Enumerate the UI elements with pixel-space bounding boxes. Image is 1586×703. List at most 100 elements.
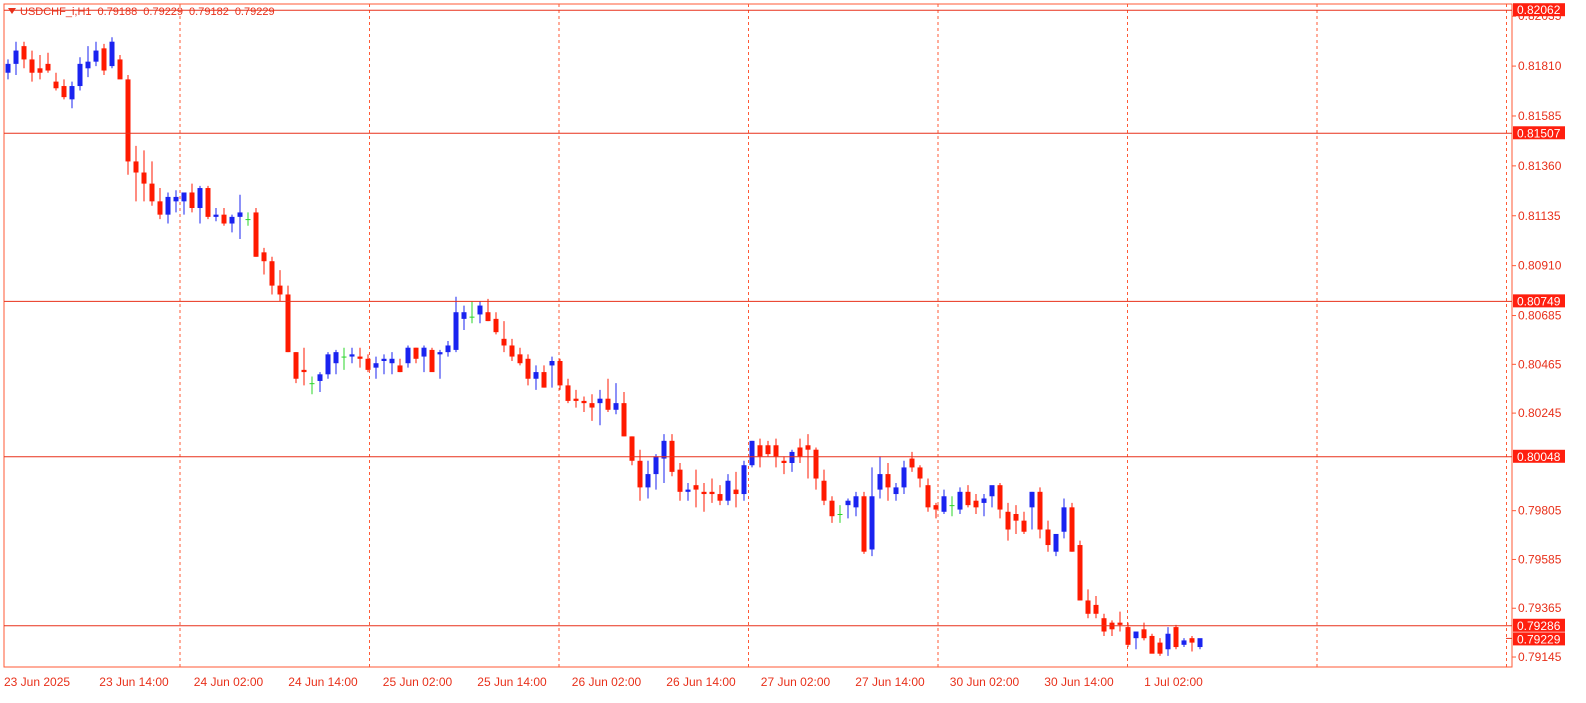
y-tick-label: 0.80465 xyxy=(1518,357,1562,371)
candle xyxy=(733,471,739,508)
candle-body xyxy=(813,449,819,479)
candle xyxy=(397,358,403,373)
candle-body xyxy=(365,358,371,370)
candle-body xyxy=(773,445,779,457)
y-tick-label: 0.79145 xyxy=(1518,650,1562,664)
candle-body xyxy=(597,398,603,404)
candle xyxy=(333,349,339,375)
candle xyxy=(709,478,715,503)
candle xyxy=(45,52,51,73)
candle-body xyxy=(533,372,539,379)
candle-body xyxy=(261,252,267,262)
candle xyxy=(741,460,747,501)
candle-body xyxy=(717,494,723,501)
x-tick-label: 24 Jun 14:00 xyxy=(288,675,358,689)
candle xyxy=(677,463,683,501)
x-tick-label: 26 Jun 02:00 xyxy=(572,675,642,689)
candle xyxy=(205,185,211,220)
candle xyxy=(325,352,331,379)
candle xyxy=(125,74,131,175)
candle xyxy=(773,438,779,468)
candle-body xyxy=(349,354,355,357)
candle-body xyxy=(413,347,419,359)
candle xyxy=(565,378,571,404)
candle-body xyxy=(1181,640,1187,645)
chart-window[interactable]: USDCHF_i,H1 0.79188 0.79229 0.79182 0.79229 … xyxy=(0,0,1586,703)
candle xyxy=(757,438,763,468)
candle-body xyxy=(941,496,947,512)
candle-body xyxy=(821,480,827,501)
candle xyxy=(69,81,75,109)
candle xyxy=(1109,620,1115,636)
candle-body xyxy=(525,358,531,379)
candle xyxy=(365,354,371,373)
candle xyxy=(245,212,251,226)
candle-body xyxy=(461,312,467,319)
candle xyxy=(837,505,843,523)
candle xyxy=(645,460,651,499)
candle xyxy=(1117,611,1123,632)
y-tick-label: 0.81135 xyxy=(1518,209,1561,223)
candle xyxy=(869,467,875,557)
candle xyxy=(629,436,635,466)
plot-frame xyxy=(3,3,1513,668)
candle xyxy=(53,72,59,91)
candle xyxy=(541,365,547,388)
candle xyxy=(1093,596,1099,619)
candle xyxy=(557,358,563,390)
candle xyxy=(237,194,243,240)
candle-body xyxy=(133,161,139,173)
candle xyxy=(973,494,979,514)
y-tick-label: 0.79365 xyxy=(1518,601,1562,615)
candle-body xyxy=(1093,604,1099,614)
candle-body xyxy=(1061,507,1067,532)
candle-body xyxy=(1013,514,1019,521)
candle-body xyxy=(85,61,91,69)
candle xyxy=(725,474,731,506)
candle xyxy=(1173,624,1179,650)
candle xyxy=(1149,633,1155,654)
candle-body xyxy=(653,456,659,475)
candle xyxy=(405,345,411,368)
candle-body xyxy=(637,460,643,488)
candle-body xyxy=(309,383,315,385)
candle-body xyxy=(957,491,963,510)
candle xyxy=(445,341,451,357)
candle xyxy=(117,55,123,80)
candle xyxy=(493,312,499,335)
candle-body xyxy=(245,219,251,221)
candle-body xyxy=(93,50,99,62)
candle-body xyxy=(389,358,395,364)
candle xyxy=(517,347,523,366)
candle-body xyxy=(1141,629,1147,639)
candle-body xyxy=(573,398,579,401)
candle xyxy=(781,456,787,475)
candle xyxy=(549,356,555,388)
candle xyxy=(829,496,835,523)
candle-body xyxy=(1077,545,1083,601)
candle xyxy=(717,485,723,506)
candle xyxy=(141,150,147,202)
candle xyxy=(909,451,915,472)
candle xyxy=(573,389,579,408)
candle xyxy=(317,372,323,393)
candle-body xyxy=(1037,491,1043,530)
candle-body xyxy=(989,485,995,497)
candle xyxy=(133,145,139,202)
candle-body xyxy=(205,188,211,217)
price-chart[interactable]: 23 Jun 2025 23 Jun 14:00 24 Jun 02:00 24 Ju… xyxy=(0,0,1586,703)
candle xyxy=(941,489,947,514)
candle-body xyxy=(1005,511,1011,530)
candle-body xyxy=(805,445,811,450)
candle-body xyxy=(685,489,691,492)
candle-body xyxy=(1149,635,1155,654)
candle-body xyxy=(197,188,203,208)
candle-body xyxy=(53,81,59,89)
candle xyxy=(181,192,187,215)
candle xyxy=(173,190,179,213)
candle-body xyxy=(549,361,555,366)
candle-body xyxy=(253,212,259,257)
candle-body xyxy=(965,491,971,506)
candle xyxy=(21,41,27,69)
candle xyxy=(109,37,115,69)
